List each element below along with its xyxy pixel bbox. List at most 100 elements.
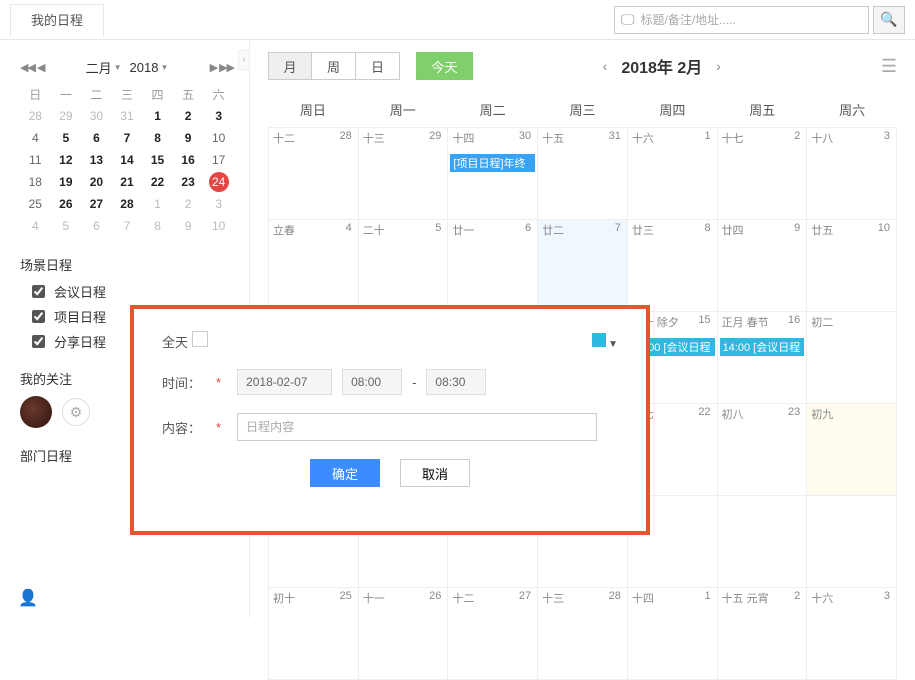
mini-day[interactable]: 24 (203, 171, 234, 193)
calendar-cell[interactable]: 廿二7 (538, 220, 628, 312)
mini-year-select[interactable]: 2018▼ (130, 58, 169, 77)
mini-day[interactable]: 16 (173, 149, 204, 171)
mini-day[interactable]: 7 (112, 215, 143, 237)
calendar-cell[interactable]: 初二 (807, 312, 897, 404)
mini-day[interactable]: 9 (173, 215, 204, 237)
mini-day[interactable]: 28 (112, 193, 143, 215)
event-chip[interactable]: 14:00 [会议日程 (720, 338, 805, 356)
event-chip[interactable]: [项目日程]年终 (450, 154, 535, 172)
calendar-cell[interactable]: 初十25 (269, 588, 359, 680)
mini-day[interactable]: 7 (112, 127, 143, 149)
mini-next[interactable]: ▶ ▶▶ (210, 61, 234, 74)
calendar-cell[interactable]: 廿五10 (807, 220, 897, 312)
tab-my-schedule[interactable]: 我的日程 (10, 4, 104, 36)
mini-prev[interactable]: ◀◀ ◀ (20, 61, 44, 74)
calendar-cell[interactable]: 十四1 (628, 588, 718, 680)
mini-day[interactable]: 30 (81, 105, 112, 127)
view-month[interactable]: 月 (268, 52, 312, 80)
mini-day[interactable]: 3 (203, 193, 234, 215)
ok-button[interactable]: 确定 (310, 459, 380, 487)
list-icon[interactable]: ☰ (881, 56, 897, 77)
collapse-handle[interactable]: ‹ (238, 50, 250, 70)
calendar-cell[interactable]: 初八23 (718, 404, 808, 496)
mini-day[interactable]: 5 (51, 215, 82, 237)
mini-day[interactable]: 2 (173, 105, 204, 127)
calendar-cell[interactable]: 十七2 (718, 128, 808, 220)
mini-day[interactable]: 10 (203, 215, 234, 237)
color-picker[interactable]: ▼ (592, 333, 618, 350)
mini-day[interactable]: 2 (173, 193, 204, 215)
mini-day[interactable]: 25 (20, 193, 51, 215)
scene-checkbox[interactable] (32, 335, 45, 348)
calendar-cell[interactable]: 十二28 (269, 128, 359, 220)
mini-day[interactable]: 31 (112, 105, 143, 127)
calendar-cell[interactable]: 二十5 (359, 220, 449, 312)
calendar-cell[interactable]: 十一26 (359, 588, 449, 680)
calendar-cell[interactable]: 十五31 (538, 128, 628, 220)
view-week[interactable]: 周 (312, 52, 356, 80)
mini-day[interactable]: 4 (20, 127, 51, 149)
calendar-cell[interactable] (807, 496, 897, 588)
mini-day[interactable]: 8 (142, 215, 173, 237)
mini-day[interactable]: 4 (20, 215, 51, 237)
search-input[interactable] (639, 12, 863, 28)
mini-day[interactable]: 23 (173, 171, 204, 193)
date-input[interactable] (237, 369, 332, 395)
mini-day[interactable]: 18 (20, 171, 51, 193)
mini-day[interactable]: 28 (20, 105, 51, 127)
calendar-cell[interactable]: 十五 元宵2 (718, 588, 808, 680)
calendar-cell[interactable]: 十三28 (538, 588, 628, 680)
gear-icon[interactable]: ⚙ (62, 398, 90, 426)
mini-day[interactable]: 13 (81, 149, 112, 171)
mini-day[interactable]: 11 (20, 149, 51, 171)
calendar-cell[interactable]: 十三29 (359, 128, 449, 220)
person-icon[interactable]: 👤 (18, 588, 38, 608)
calendar-cell[interactable]: 初九 (807, 404, 897, 496)
month-next[interactable]: › (716, 58, 721, 74)
view-day[interactable]: 日 (356, 52, 400, 80)
search-button[interactable]: 🔍 (873, 6, 905, 34)
calendar-cell[interactable] (718, 496, 808, 588)
avatar[interactable] (20, 396, 52, 428)
mini-day[interactable]: 14 (112, 149, 143, 171)
calendar-cell[interactable]: 十二27 (448, 588, 538, 680)
month-prev[interactable]: ‹ (603, 58, 608, 74)
calendar-cell[interactable]: 廿三8 (628, 220, 718, 312)
mini-day[interactable]: 1 (142, 193, 173, 215)
scene-item[interactable]: 会议日程 (28, 282, 234, 301)
mini-day[interactable]: 22 (142, 171, 173, 193)
mini-day[interactable]: 19 (51, 171, 82, 193)
calendar-cell[interactable]: 十六3 (807, 588, 897, 680)
calendar-cell[interactable]: 廿一6 (448, 220, 538, 312)
mini-day[interactable]: 21 (112, 171, 143, 193)
scene-checkbox[interactable] (32, 310, 45, 323)
calendar-cell[interactable]: 十八3 (807, 128, 897, 220)
mini-day[interactable]: 6 (81, 127, 112, 149)
mini-day[interactable]: 6 (81, 215, 112, 237)
mini-month-select[interactable]: 二月▼ (86, 58, 122, 77)
mini-day[interactable]: 27 (81, 193, 112, 215)
mini-day[interactable]: 3 (203, 105, 234, 127)
mini-day[interactable]: 1 (142, 105, 173, 127)
calendar-cell[interactable]: 十六1 (628, 128, 718, 220)
mini-day[interactable]: 9 (173, 127, 204, 149)
mini-day[interactable]: 15 (142, 149, 173, 171)
mini-day[interactable]: 17 (203, 149, 234, 171)
calendar-cell[interactable]: 正月 春节1614:00 [会议日程 (718, 312, 808, 404)
end-time-input[interactable] (426, 369, 486, 395)
mini-day[interactable]: 5 (51, 127, 82, 149)
mini-day[interactable]: 12 (51, 149, 82, 171)
mini-day[interactable]: 29 (51, 105, 82, 127)
mini-day[interactable]: 10 (203, 127, 234, 149)
mini-day[interactable]: 20 (81, 171, 112, 193)
mini-day[interactable]: 26 (51, 193, 82, 215)
calendar-cell[interactable]: 十四30[项目日程]年终 (448, 128, 538, 220)
mini-day[interactable]: 8 (142, 127, 173, 149)
cancel-button[interactable]: 取消 (400, 459, 470, 487)
today-button[interactable]: 今天 (416, 52, 473, 80)
calendar-cell[interactable]: 立春4 (269, 220, 359, 312)
content-input[interactable] (237, 413, 597, 441)
scene-checkbox[interactable] (32, 285, 45, 298)
allday-checkbox[interactable] (192, 331, 208, 347)
start-time-input[interactable] (342, 369, 402, 395)
